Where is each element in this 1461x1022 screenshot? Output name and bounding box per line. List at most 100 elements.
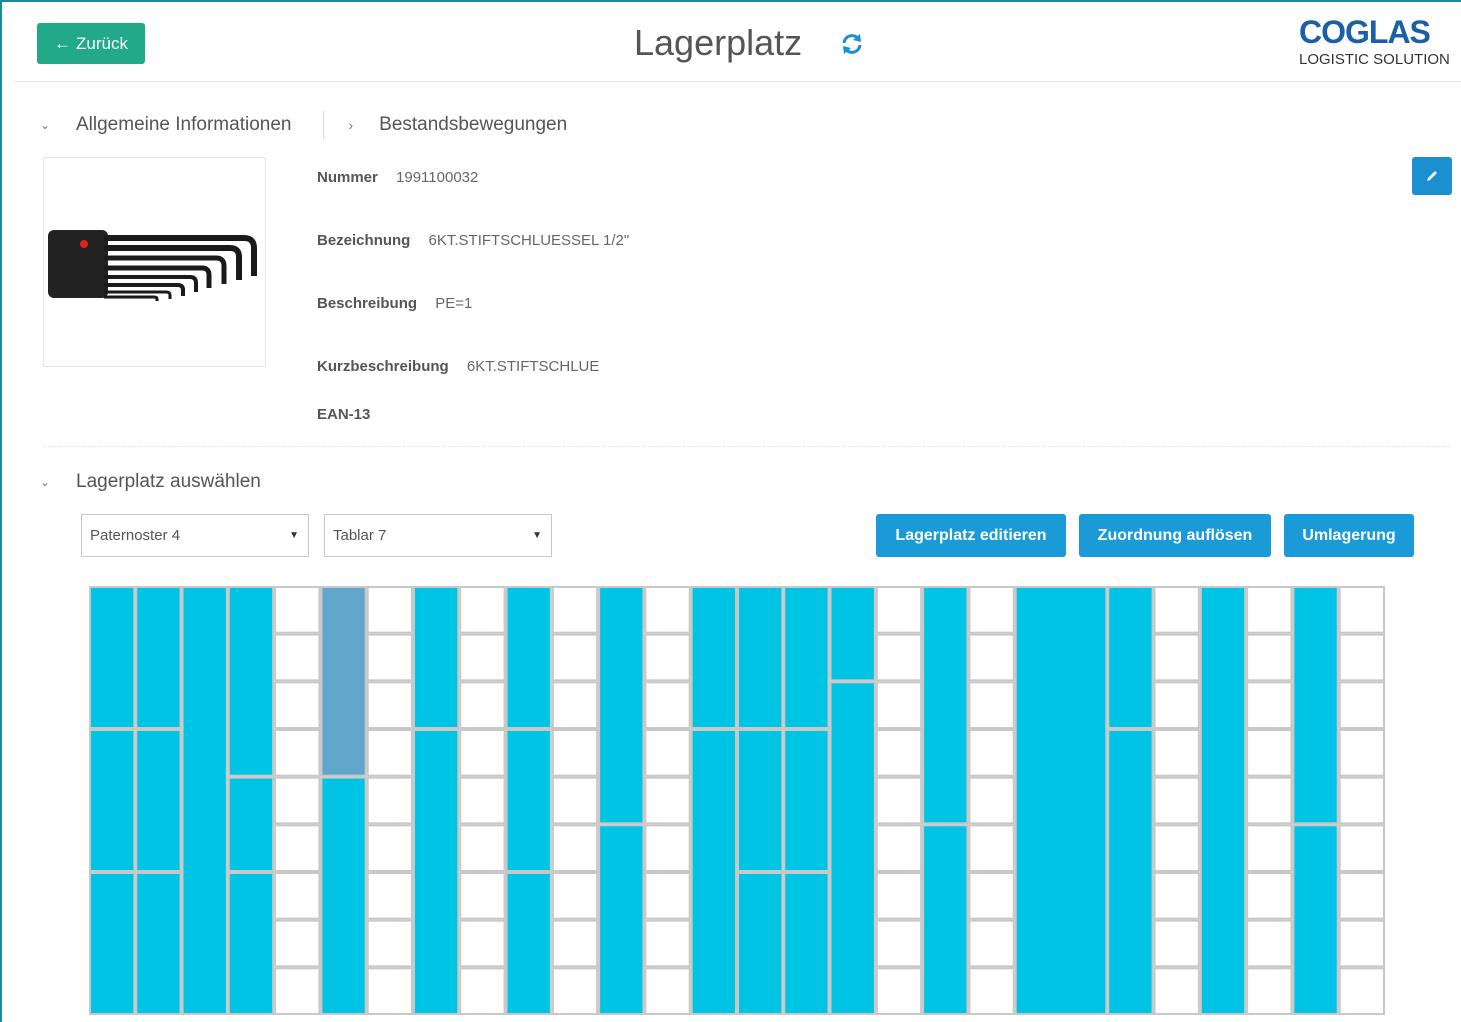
storage-slot-occupied[interactable] (690, 586, 738, 729)
storage-slot-empty[interactable] (644, 919, 691, 968)
storage-slot-empty[interactable] (644, 681, 691, 730)
storage-slot-empty[interactable] (274, 872, 321, 920)
storage-slot-empty[interactable] (459, 586, 506, 634)
storage-section-header[interactable]: ⌄ Lagerplatz auswählen (40, 468, 261, 496)
edit-storage-button[interactable]: Lagerplatz editieren (876, 514, 1066, 557)
storage-slot-empty[interactable] (1246, 586, 1293, 634)
storage-slot-empty[interactable] (366, 681, 414, 730)
storage-slot-empty[interactable] (968, 633, 1015, 682)
storage-slot-empty[interactable] (875, 681, 923, 730)
storage-slot-empty[interactable] (551, 681, 599, 730)
storage-slot-occupied[interactable] (1107, 586, 1154, 729)
storage-slot-empty[interactable] (551, 967, 599, 1015)
storage-slot-occupied[interactable] (89, 872, 136, 1015)
storage-slot-occupied[interactable] (135, 872, 182, 1015)
storage-slot-occupied[interactable] (1014, 586, 1108, 1015)
storage-slot-empty[interactable] (366, 586, 414, 634)
storage-slot-occupied[interactable] (413, 586, 460, 729)
storage-slot-empty[interactable] (459, 872, 506, 920)
storage-slot-occupied[interactable] (829, 586, 876, 682)
storage-slot-occupied[interactable] (598, 824, 645, 1015)
storage-slot-empty[interactable] (1153, 776, 1200, 825)
storage-slot-occupied[interactable] (783, 586, 830, 729)
storage-slot-empty[interactable] (274, 633, 321, 682)
storage-slot-empty[interactable] (274, 729, 321, 777)
storage-slot-empty[interactable] (459, 729, 506, 777)
storage-slot-occupied[interactable] (505, 729, 552, 872)
storage-slot-occupied[interactable] (227, 586, 275, 777)
storage-slot-empty[interactable] (644, 967, 691, 1015)
storage-slot-empty[interactable] (1246, 681, 1293, 730)
storage-slot-empty[interactable] (274, 681, 321, 730)
storage-slot-empty[interactable] (644, 586, 691, 634)
refresh-icon[interactable] (840, 32, 864, 56)
storage-slot-occupied[interactable] (922, 824, 969, 1015)
storage-slot-empty[interactable] (366, 729, 414, 777)
storage-slot-empty[interactable] (644, 824, 691, 872)
storage-slot-empty[interactable] (1246, 633, 1293, 682)
storage-slot-occupied[interactable] (1199, 586, 1247, 1015)
storage-slot-empty[interactable] (644, 633, 691, 682)
storage-slot-empty[interactable] (1338, 824, 1385, 872)
storage-slot-empty[interactable] (1338, 776, 1385, 825)
tab-general-info[interactable]: Allgemeine Informationen (76, 114, 291, 136)
storage-slot-occupied[interactable] (227, 776, 275, 873)
storage-slot-occupied[interactable] (89, 586, 136, 729)
storage-slot-empty[interactable] (366, 872, 414, 920)
storage-slot-empty[interactable] (1338, 919, 1385, 968)
storage-slot-empty[interactable] (459, 919, 506, 968)
storage-slot-empty[interactable] (1338, 586, 1385, 634)
storage-slot-empty[interactable] (644, 729, 691, 777)
tablar-select[interactable]: Tablar 7 ▼ (324, 514, 552, 557)
storage-slot-empty[interactable] (875, 967, 923, 1015)
tab-stock-movements[interactable]: Bestandsbewegungen (379, 114, 567, 136)
storage-slot-empty[interactable] (551, 776, 599, 825)
storage-slot-empty[interactable] (875, 872, 923, 920)
storage-slot-empty[interactable] (1246, 776, 1293, 825)
storage-slot-empty[interactable] (459, 776, 506, 825)
storage-slot-occupied[interactable] (227, 872, 275, 1015)
storage-slot-empty[interactable] (968, 872, 1015, 920)
storage-slot-empty[interactable] (274, 967, 321, 1015)
storage-slot-occupied[interactable] (135, 586, 182, 729)
storage-slot-occupied[interactable] (737, 586, 784, 729)
storage-slot-empty[interactable] (875, 729, 923, 777)
storage-slot-occupied[interactable] (783, 729, 830, 872)
storage-slot-empty[interactable] (1246, 729, 1293, 777)
storage-slot-empty[interactable] (551, 586, 599, 634)
storage-slot-empty[interactable] (459, 967, 506, 1015)
storage-slot-empty[interactable] (551, 919, 599, 968)
back-button[interactable]: ← Zurück (37, 23, 145, 64)
storage-slot-empty[interactable] (274, 919, 321, 968)
storage-slot-empty[interactable] (644, 872, 691, 920)
storage-slot-empty[interactable] (274, 586, 321, 634)
storage-slot-empty[interactable] (366, 967, 414, 1015)
storage-slot-empty[interactable] (1153, 919, 1200, 968)
storage-slot-empty[interactable] (968, 586, 1015, 634)
resolve-assignment-button[interactable]: Zuordnung auflösen (1079, 514, 1271, 557)
storage-slot-empty[interactable] (1153, 633, 1200, 682)
storage-slot-empty[interactable] (1246, 872, 1293, 920)
relocate-button[interactable]: Umlagerung (1284, 514, 1414, 557)
storage-slot-empty[interactable] (875, 776, 923, 825)
storage-slot-empty[interactable] (459, 824, 506, 872)
storage-slot-occupied[interactable] (135, 729, 182, 872)
storage-slot-empty[interactable] (1153, 729, 1200, 777)
storage-slot-occupied[interactable] (505, 586, 552, 729)
storage-slot-empty[interactable] (366, 824, 414, 872)
storage-slot-empty[interactable] (1338, 729, 1385, 777)
storage-slot-empty[interactable] (366, 776, 414, 825)
storage-slot-occupied[interactable] (829, 681, 876, 1015)
storage-slot-occupied[interactable] (1292, 824, 1339, 1015)
storage-slot-occupied[interactable] (737, 872, 784, 1015)
storage-slot-empty[interactable] (875, 824, 923, 872)
storage-slot-empty[interactable] (366, 633, 414, 682)
storage-slot-empty[interactable] (551, 872, 599, 920)
storage-slot-empty[interactable] (1338, 967, 1385, 1015)
storage-slot-empty[interactable] (1153, 872, 1200, 920)
storage-slot-occupied[interactable] (89, 729, 136, 872)
storage-slot-empty[interactable] (875, 586, 923, 634)
storage-slot-occupied[interactable] (1107, 729, 1154, 1015)
storage-slot-empty[interactable] (274, 824, 321, 872)
storage-slot-empty[interactable] (274, 776, 321, 825)
